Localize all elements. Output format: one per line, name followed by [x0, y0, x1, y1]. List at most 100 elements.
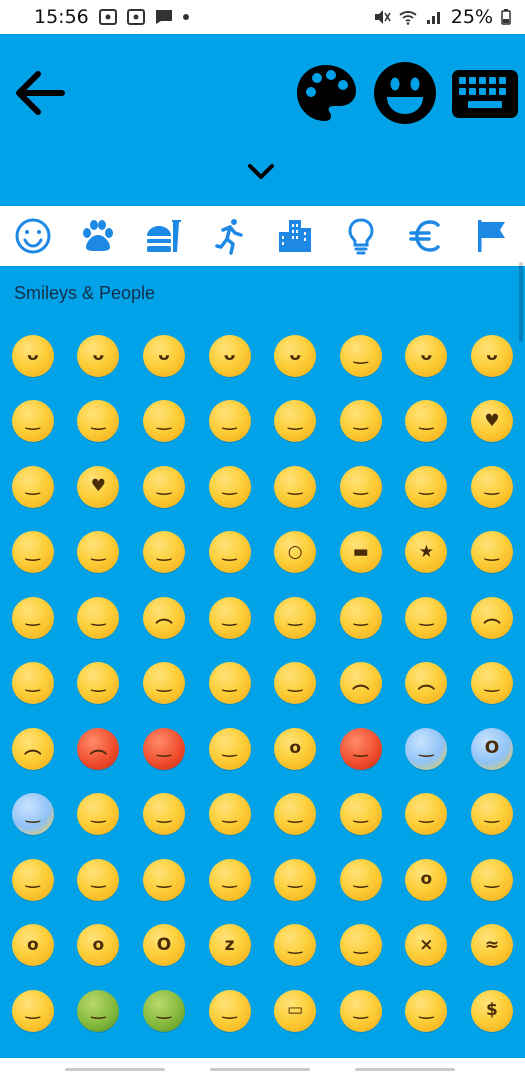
emoji-monocle[interactable]: ‿ — [197, 520, 263, 586]
emoji-kissing-closed-eyes[interactable]: ‿ — [262, 454, 328, 520]
emoji-lying[interactable]: ‿ — [0, 847, 66, 913]
emoji-slightly-frowning[interactable]: ‿ — [394, 585, 460, 651]
emoji-joy[interactable]: ᴗ — [394, 323, 460, 389]
emoji-shushing[interactable]: ‿ — [459, 782, 525, 848]
scrollbar[interactable] — [519, 262, 523, 342]
emoji-rofl[interactable]: ᴗ — [459, 323, 525, 389]
emoji-scream[interactable]: O — [459, 716, 525, 782]
emoji-yum[interactable]: ‿ — [328, 454, 394, 520]
emoji-zany[interactable]: ‿ — [66, 520, 132, 586]
emoji-disappointed[interactable]: ︵ — [131, 585, 197, 651]
emoji-slightly-smiling[interactable]: ‿ — [197, 389, 263, 455]
emoji-smiling-hearts[interactable]: ‿ — [0, 454, 66, 520]
emoji-tired[interactable]: ‿ — [131, 651, 197, 717]
emoji-stuck-out-tongue-winking-eye[interactable]: ‿ — [0, 520, 66, 586]
emoji-mask[interactable]: ▭ — [262, 978, 328, 1044]
emoji-star-struck[interactable]: ★ — [394, 520, 460, 586]
emoji-nerd[interactable]: ○ — [262, 520, 328, 586]
emoji-face-button[interactable] — [372, 60, 438, 126]
category-tab-animals[interactable] — [66, 206, 132, 266]
emoji-rage[interactable]: ︵ — [66, 716, 132, 782]
emoji-nauseated[interactable]: ‿ — [66, 978, 132, 1044]
emoji-worried[interactable]: ‿ — [262, 585, 328, 651]
emoji-thinking[interactable]: ‿ — [328, 782, 394, 848]
emoji-smiley[interactable]: ᴗ — [66, 323, 132, 389]
emoji-head-bandage[interactable]: ‿ — [394, 978, 460, 1044]
emoji-vomiting[interactable]: ‿ — [131, 978, 197, 1044]
emoji-hugging[interactable]: ‿ — [262, 782, 328, 848]
emoji-smile[interactable]: ᴗ — [131, 323, 197, 389]
emoji-persevere[interactable]: ‿ — [0, 651, 66, 717]
emoji-sweat-smile[interactable]: ‿ — [328, 323, 394, 389]
emoji-exploding-head[interactable]: ‿ — [197, 716, 263, 782]
emoji-confused[interactable]: ‿ — [328, 585, 394, 651]
emoji-fearful[interactable]: ‿ — [0, 782, 66, 848]
emoji-blush-relaxed[interactable]: ‿ — [0, 389, 66, 455]
emoji-pleading[interactable]: ‿ — [262, 651, 328, 717]
emoji-angry[interactable]: ︵ — [0, 716, 66, 782]
emoji-smirk[interactable]: ‿ — [0, 585, 66, 651]
emoji-neutral[interactable]: ‿ — [131, 847, 197, 913]
emoji-astonished[interactable]: O — [131, 913, 197, 979]
emoji-raised-eyebrow[interactable]: ‿ — [131, 520, 197, 586]
emoji-sunglasses[interactable]: ▬ — [328, 520, 394, 586]
emoji-grin[interactable]: ᴗ — [197, 323, 263, 389]
category-tab-objects[interactable] — [328, 206, 394, 266]
emoji-hot[interactable]: ‿ — [328, 716, 394, 782]
emoji-anguished[interactable]: o — [0, 913, 66, 979]
collapse-button[interactable] — [244, 158, 278, 184]
emoji-flushed[interactable]: o — [262, 716, 328, 782]
emoji-weary[interactable]: ‿ — [197, 651, 263, 717]
emoji-stuck-out-tongue-closed-eyes[interactable]: ‿ — [459, 454, 525, 520]
emoji-no-mouth[interactable]: ‿ — [66, 847, 132, 913]
emoji-kissing-smiling-eyes[interactable]: ‿ — [197, 454, 263, 520]
emoji-upside-down[interactable]: ‿ — [262, 389, 328, 455]
emoji-wink[interactable]: ‿ — [328, 389, 394, 455]
emoji-sob[interactable]: ︵ — [394, 651, 460, 717]
emoji-kissing[interactable]: ‿ — [131, 454, 197, 520]
emoji-rolling-eyes[interactable]: ‿ — [328, 847, 394, 913]
emoji-confounded[interactable]: ‿ — [66, 651, 132, 717]
emoji-zipper-mouth[interactable]: ≈ — [459, 913, 525, 979]
emoji-sneezing[interactable]: ‿ — [197, 978, 263, 1044]
emoji-frowning[interactable]: ︵ — [459, 585, 525, 651]
emoji-open-mouth[interactable]: o — [66, 913, 132, 979]
emoji-thermometer-face[interactable]: ‿ — [328, 978, 394, 1044]
category-tab-activity[interactable] — [197, 206, 263, 266]
emoji-partying[interactable]: ‿ — [459, 520, 525, 586]
emoji-cold-sweat[interactable]: ‿ — [66, 782, 132, 848]
palette-button[interactable] — [294, 62, 358, 126]
category-tab-smileys[interactable] — [0, 206, 66, 266]
keyboard-button[interactable] — [450, 68, 520, 120]
back-button[interactable] — [10, 64, 68, 122]
emoji-pensive[interactable]: ‿ — [197, 585, 263, 651]
emoji-dizzy[interactable]: × — [394, 913, 460, 979]
emoji-stuck-out-tongue[interactable]: ‿ — [394, 454, 460, 520]
emoji-innocent[interactable]: ‿ — [131, 389, 197, 455]
category-tab-travel[interactable] — [262, 206, 328, 266]
emoji-grimacing[interactable]: ‿ — [262, 847, 328, 913]
category-tab-flags[interactable] — [459, 206, 525, 266]
emoji-triumph[interactable]: ‿ — [459, 651, 525, 717]
emoji-cry[interactable]: ︵ — [328, 651, 394, 717]
emoji-unamused[interactable]: ‿ — [66, 585, 132, 651]
emoji-frowning-open-mouth[interactable]: ‿ — [459, 847, 525, 913]
emoji-money-mouth[interactable]: $ — [459, 978, 525, 1044]
emoji-blush[interactable]: ‿ — [66, 389, 132, 455]
emoji-disappointed-relieved[interactable]: ‿ — [131, 782, 197, 848]
emoji-heart-eyes[interactable]: ♥ — [459, 389, 525, 455]
emoji-sleeping[interactable]: z — [197, 913, 263, 979]
emoji-relieved[interactable]: ‿ — [394, 389, 460, 455]
emoji-laughing[interactable]: ᴗ — [262, 323, 328, 389]
emoji-drooling[interactable]: ‿ — [262, 913, 328, 979]
emoji-expressionless[interactable]: ‿ — [197, 847, 263, 913]
emoji-sweat[interactable]: ‿ — [197, 782, 263, 848]
emoji-hand-over-mouth[interactable]: ‿ — [394, 782, 460, 848]
emoji-sleepy[interactable]: ‿ — [328, 913, 394, 979]
emoji-woozy[interactable]: ‿ — [0, 978, 66, 1044]
category-tab-symbols[interactable] — [394, 206, 460, 266]
emoji-kissing-heart[interactable]: ♥ — [66, 454, 132, 520]
emoji-hushed[interactable]: o — [394, 847, 460, 913]
category-tab-food[interactable] — [131, 206, 197, 266]
emoji-grinning[interactable]: ᴗ — [0, 323, 66, 389]
